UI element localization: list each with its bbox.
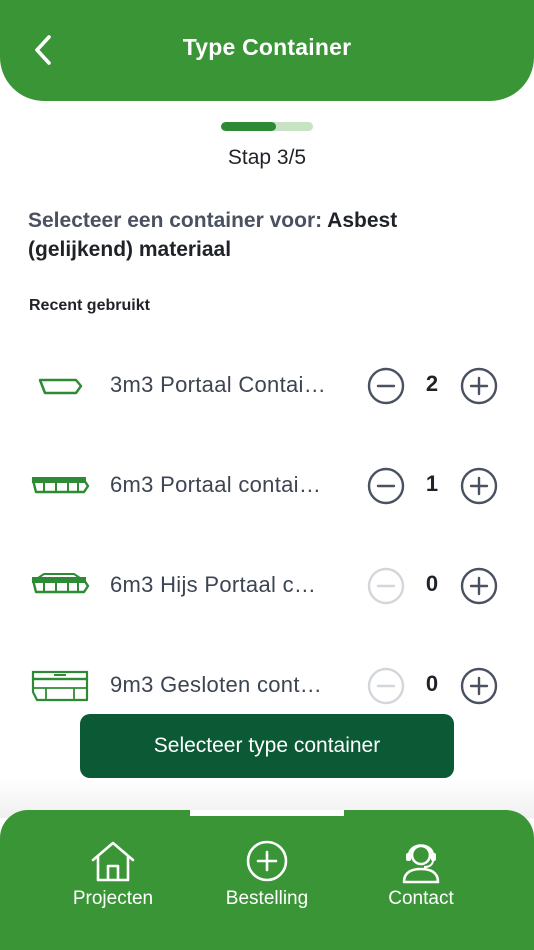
container-row: 6m3 Hijs Portaal c… 0 bbox=[0, 556, 534, 616]
increase-quantity-button[interactable] bbox=[459, 566, 499, 606]
quantity-value: 2 bbox=[425, 371, 439, 396]
portal-container-icon bbox=[31, 477, 90, 494]
recent-used-heading: Recent gebruikt bbox=[29, 297, 150, 314]
nav-label: Bestelling bbox=[225, 888, 309, 909]
nav-item-projecten[interactable]: Projecten bbox=[24, 810, 202, 950]
step-progress-bar bbox=[221, 122, 313, 131]
decrease-quantity-button-disabled[interactable] bbox=[366, 566, 406, 606]
container-name: 6m3 Hijs Portaal c… bbox=[110, 572, 317, 597]
closed-container-icon bbox=[31, 670, 89, 702]
app-header: Type Container bbox=[0, 0, 534, 101]
selection-prompt: Selecteer een container voor: Asbest (ge… bbox=[28, 206, 508, 264]
nav-label: Projecten bbox=[72, 888, 154, 909]
decrease-quantity-button-disabled[interactable] bbox=[366, 666, 406, 706]
decrease-quantity-button[interactable] bbox=[366, 366, 406, 406]
container-row: 6m3 Portaal contai… 1 bbox=[0, 456, 534, 516]
container-name: 3m3 Portaal Contai… bbox=[110, 372, 327, 397]
decrease-quantity-button[interactable] bbox=[366, 466, 406, 506]
plus-circle-icon bbox=[246, 840, 288, 882]
container-row: 9m3 Gesloten cont… 0 bbox=[0, 656, 534, 716]
hoist-portal-container-icon bbox=[31, 573, 90, 594]
nav-item-contact[interactable]: Contact bbox=[332, 810, 510, 950]
increase-quantity-button[interactable] bbox=[459, 466, 499, 506]
quantity-value: 0 bbox=[425, 671, 439, 696]
nav-notch bbox=[190, 810, 344, 816]
container-name: 9m3 Gesloten cont… bbox=[110, 672, 323, 697]
step-progress-fill bbox=[221, 122, 277, 131]
page-title: Type Container bbox=[182, 34, 352, 60]
prompt-lead: Selecteer een container voor: bbox=[28, 209, 328, 232]
support-agent-icon bbox=[402, 844, 440, 884]
portal-container-icon bbox=[38, 378, 83, 395]
home-icon bbox=[91, 841, 135, 882]
quantity-value: 0 bbox=[425, 571, 439, 596]
bottom-navigation: Projecten Bestelling Contact bbox=[0, 810, 534, 950]
step-label: Stap 3/5 bbox=[227, 146, 307, 169]
increase-quantity-button[interactable] bbox=[459, 666, 499, 706]
container-name: 6m3 Portaal contai… bbox=[110, 472, 322, 497]
select-container-type-button[interactable]: Selecteer type container bbox=[80, 714, 454, 778]
nav-item-bestelling[interactable]: Bestelling bbox=[178, 810, 356, 950]
increase-quantity-button[interactable] bbox=[459, 366, 499, 406]
container-row: 3m3 Portaal Contai… 2 bbox=[0, 356, 534, 416]
nav-label: Contact bbox=[388, 888, 454, 909]
quantity-value: 1 bbox=[425, 471, 439, 496]
